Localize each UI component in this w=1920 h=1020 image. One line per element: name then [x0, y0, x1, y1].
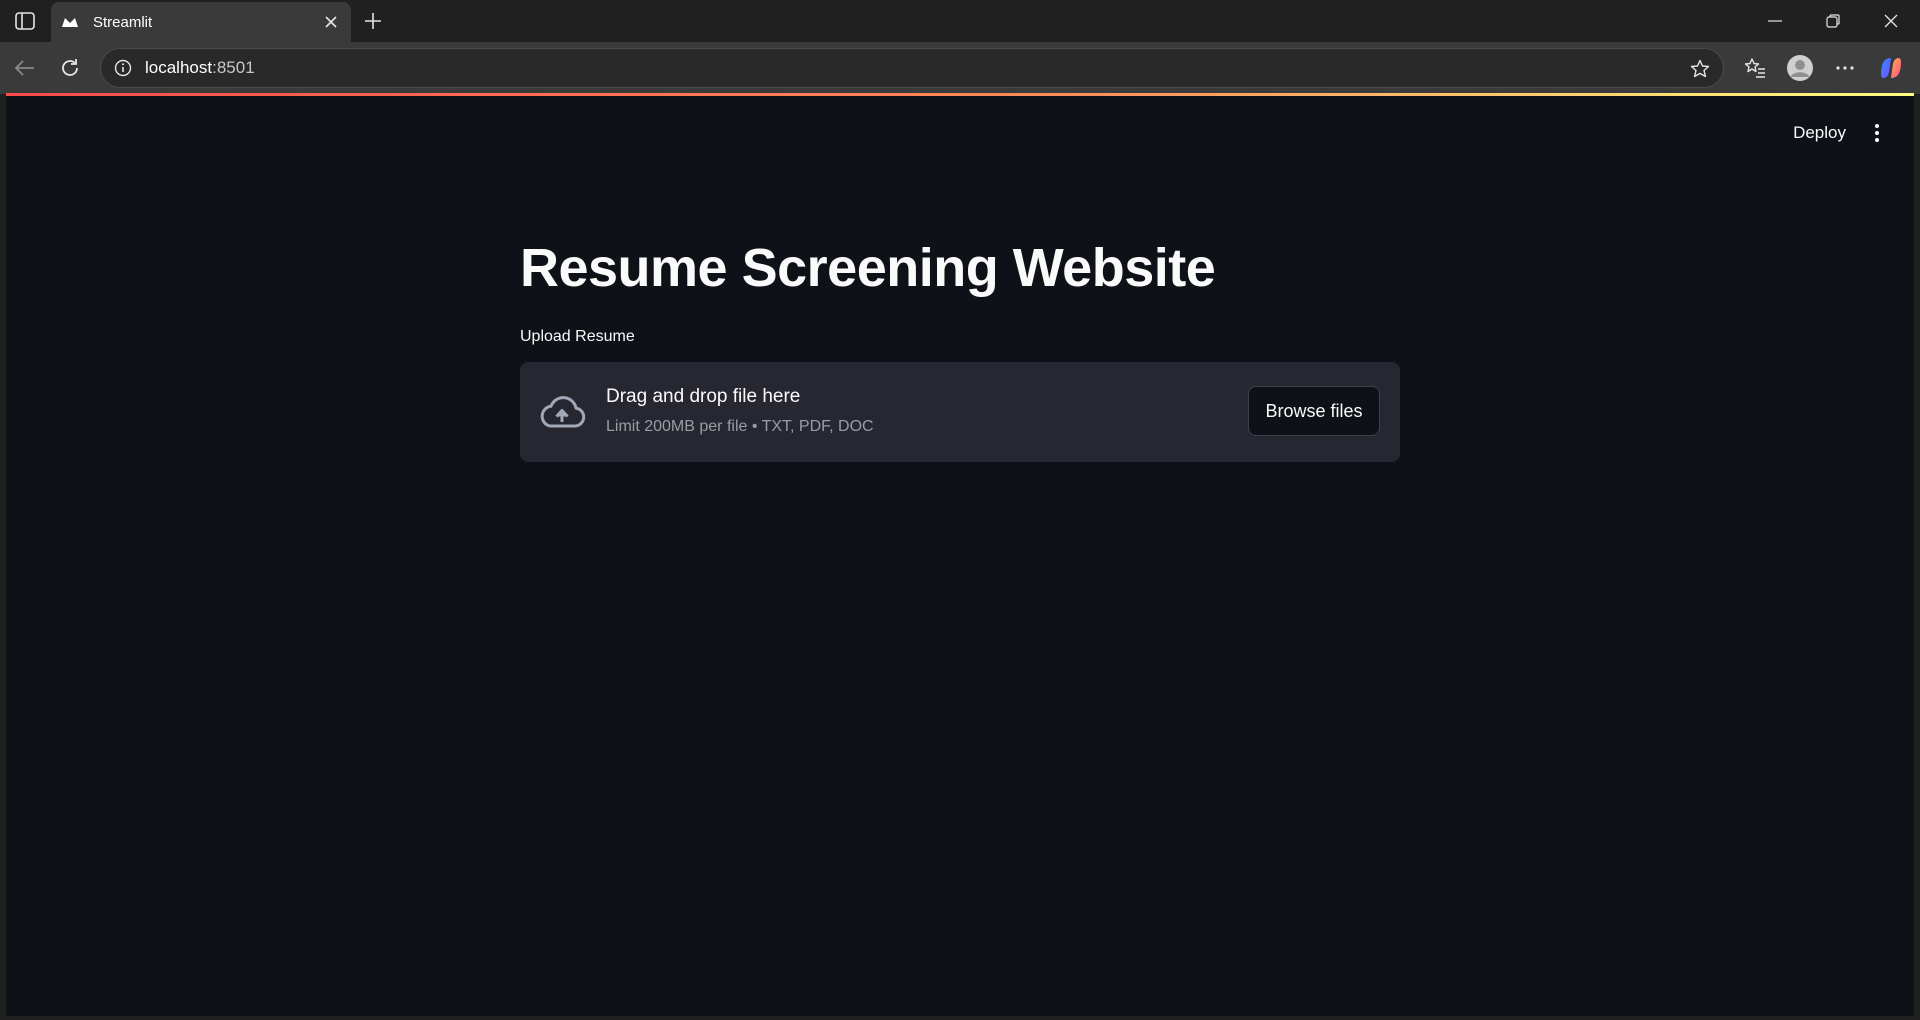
back-arrow-icon[interactable]: [10, 54, 38, 82]
url-host: localhost: [145, 58, 213, 77]
deploy-button[interactable]: Deploy: [1785, 118, 1854, 148]
copilot-icon[interactable]: [1877, 54, 1905, 82]
streamlit-favicon-icon: [61, 13, 79, 31]
dropzone-title: Drag and drop file here: [606, 386, 801, 407]
tab-title: Streamlit: [93, 13, 153, 31]
browser-tab-bar: Streamlit: [0, 0, 1920, 42]
browse-files-button[interactable]: Browse files: [1248, 386, 1380, 436]
restore-icon[interactable]: [1813, 8, 1853, 34]
info-icon[interactable]: [113, 58, 133, 78]
star-icon[interactable]: [1689, 58, 1711, 80]
file-dropzone[interactable]: Drag and drop file here Limit 200MB per …: [520, 362, 1400, 462]
streamlit-app: Deploy Resume Screening Website Upload R…: [6, 96, 1914, 1016]
main-content: Resume Screening Website Upload Resume D…: [520, 236, 1400, 462]
window-close-icon[interactable]: [1871, 8, 1911, 34]
kebab-menu-icon[interactable]: [1864, 118, 1890, 148]
upload-label: Upload Resume: [520, 328, 635, 345]
url-port: :8501: [212, 58, 255, 77]
plus-icon[interactable]: [360, 8, 386, 34]
close-icon[interactable]: [321, 12, 341, 32]
cloud-upload-icon: [538, 392, 586, 432]
reload-icon[interactable]: [56, 54, 84, 82]
more-icon[interactable]: [1831, 54, 1859, 82]
address-bar[interactable]: localhost:8501: [100, 48, 1724, 88]
browser-tab[interactable]: Streamlit: [51, 2, 351, 42]
browser-toolbar: localhost:8501: [0, 42, 1920, 94]
sidebar-toggle-icon[interactable]: [12, 10, 38, 32]
minimize-icon[interactable]: [1755, 8, 1795, 34]
favorites-icon[interactable]: [1741, 54, 1769, 82]
dropzone-limit-text: Limit 200MB per file • TXT, PDF, DOC: [606, 418, 874, 435]
page-title: Resume Screening Website: [520, 238, 1216, 298]
profile-icon[interactable]: [1786, 54, 1814, 82]
